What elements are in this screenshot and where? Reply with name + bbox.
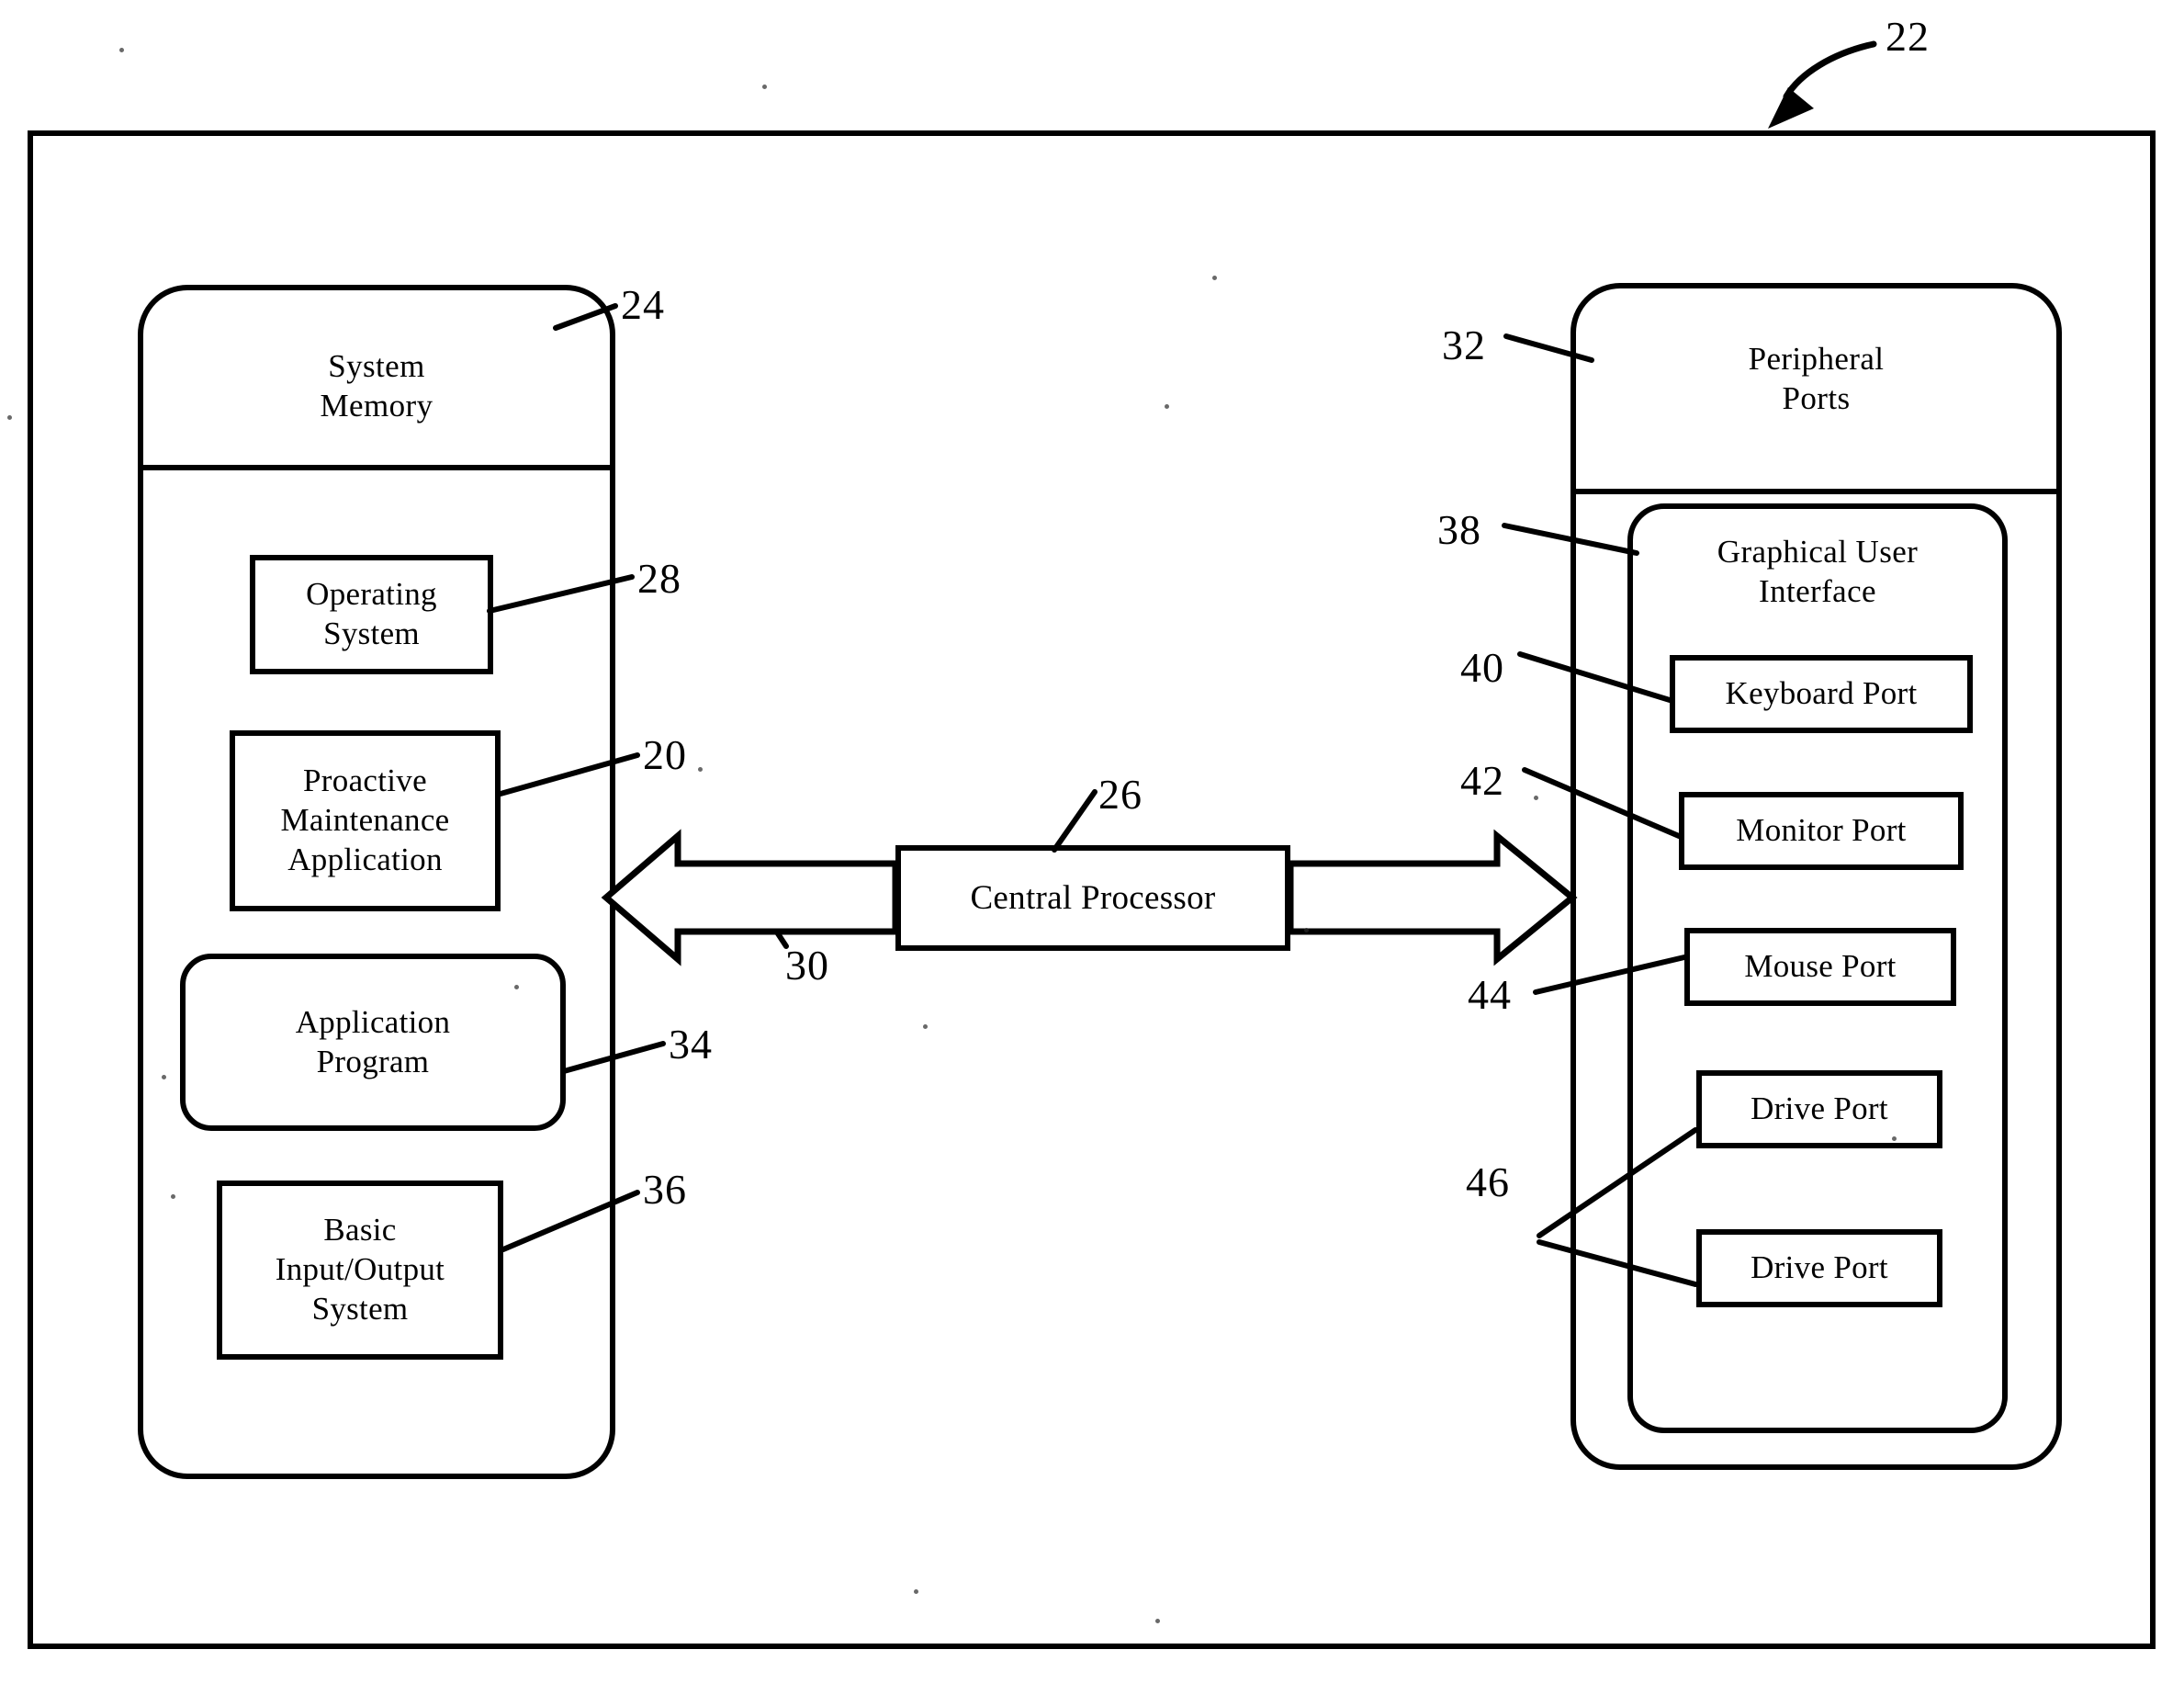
ink-speck <box>171 1194 175 1199</box>
ref-numeral-24: 24 <box>621 281 665 328</box>
ink-speck <box>698 767 703 772</box>
ref-numeral-20: 20 <box>643 731 687 778</box>
graphical-user-interface-caption: Graphical User Interface <box>1717 534 1919 609</box>
ink-speck <box>762 85 767 89</box>
basic-input-output-system-box: Basic Input/Output System <box>217 1181 503 1360</box>
operating-system-box: Operating System <box>250 555 493 674</box>
ref-numeral-40: 40 <box>1460 644 1504 691</box>
ink-speck <box>914 1589 918 1594</box>
ink-speck <box>923 1024 928 1029</box>
ref-numeral-38: 38 <box>1437 506 1481 553</box>
ref-numeral-26: 26 <box>1098 771 1143 818</box>
ref-numeral-42: 42 <box>1460 757 1504 804</box>
monitor-port-box: Monitor Port <box>1679 792 1964 870</box>
system-memory-header-divider <box>143 465 610 470</box>
ink-speck <box>1212 276 1217 280</box>
system-memory-caption: System Memory <box>320 348 433 424</box>
proactive-maintenance-application-box: Proactive Maintenance Application <box>230 730 501 911</box>
ref-numeral-44: 44 <box>1468 971 1512 1018</box>
peripheral-ports-header-divider <box>1576 489 2056 494</box>
application-program-box: Application Program <box>180 954 566 1131</box>
keyboard-port-box: Keyboard Port <box>1670 655 1973 733</box>
ink-speck <box>7 415 12 420</box>
drive-port-box-1: Drive Port <box>1696 1070 1942 1148</box>
ink-speck <box>1304 928 1309 932</box>
ink-speck <box>1155 1619 1160 1623</box>
ink-speck <box>1892 1136 1897 1141</box>
ref-numeral-32: 32 <box>1442 322 1486 368</box>
ref-numeral-34: 34 <box>669 1021 713 1068</box>
ink-speck <box>514 985 519 989</box>
ref-numeral-28: 28 <box>637 555 681 602</box>
figure-callout-arrow-22 <box>1768 40 1877 129</box>
drive-port-box-2: Drive Port <box>1696 1229 1942 1307</box>
ref-numeral-22: 22 <box>1886 13 1930 60</box>
ink-speck <box>119 48 124 52</box>
ink-speck <box>162 1075 166 1079</box>
ink-speck <box>1534 796 1538 800</box>
mouse-port-box: Mouse Port <box>1684 928 1956 1006</box>
ref-numeral-46: 46 <box>1466 1158 1510 1205</box>
ink-speck <box>1165 404 1169 409</box>
ref-numeral-30: 30 <box>785 942 829 989</box>
central-processor-box: Central Processor <box>895 845 1290 951</box>
ref-numeral-36: 36 <box>643 1166 687 1213</box>
peripheral-ports-caption: Peripheral Ports <box>1748 341 1885 416</box>
patent-figure: System Memory Operating System Proactive… <box>0 0 2184 1706</box>
